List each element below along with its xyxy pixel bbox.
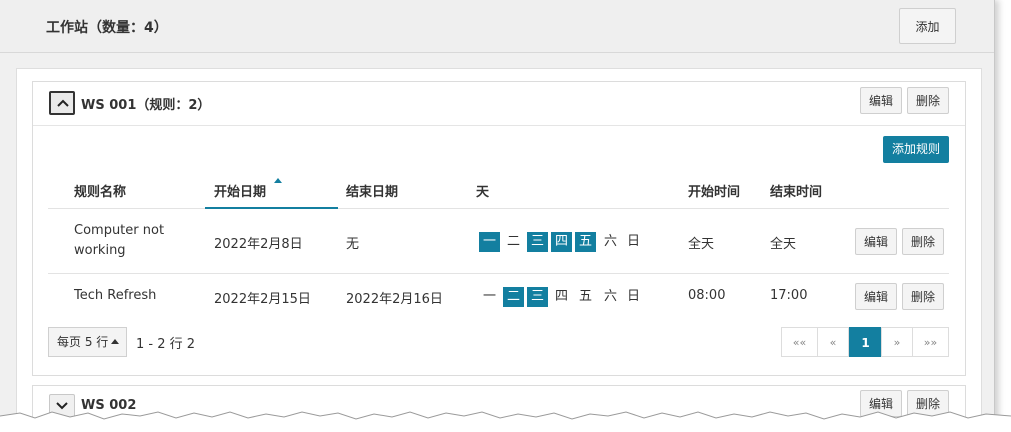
start-time: 全天 xyxy=(688,237,715,252)
day-chip: 二 xyxy=(506,234,520,249)
row-divider xyxy=(48,273,949,274)
add-rule-button[interactable]: 添加规则 xyxy=(883,136,949,163)
start-date: 2022年2月15日 xyxy=(214,292,311,307)
rule-name: Computer not xyxy=(74,223,165,238)
column-header-start-date[interactable]: 开始日期 xyxy=(214,181,266,200)
day-chip: 六 xyxy=(603,289,617,304)
rule-name: Tech Refresh xyxy=(74,288,157,303)
caret-up-icon xyxy=(111,339,120,344)
column-header-days[interactable]: 天 xyxy=(476,181,489,200)
day-chip: 日 xyxy=(626,289,640,304)
day-chip: 四 xyxy=(551,232,572,252)
chevron-up-icon xyxy=(57,99,69,107)
sort-indicator xyxy=(205,207,338,209)
prev-page-button[interactable]: « xyxy=(817,327,849,357)
day-chip: 日 xyxy=(626,234,640,249)
day-chip: 三 xyxy=(527,232,548,252)
workstations-panel: 工作站（数量：4） 添加 WS 001（规则：2） 编辑 删除 添加规则 规则名… xyxy=(0,0,995,432)
day-chip: 一 xyxy=(479,232,500,252)
edit-rule-button[interactable]: 编辑 xyxy=(855,283,897,310)
chevron-down-icon xyxy=(56,402,68,410)
pagination-range: 1 - 2 行 2 xyxy=(136,337,196,352)
delete-rule-button[interactable]: 删除 xyxy=(902,228,944,255)
end-time: 17:00 xyxy=(770,288,808,303)
page-title: 工作站（数量：4） xyxy=(46,20,168,36)
header-divider xyxy=(48,208,949,209)
day-chip: 二 xyxy=(503,287,524,307)
start-date: 2022年2月8日 xyxy=(214,237,303,252)
first-page-button[interactable]: «« xyxy=(781,327,818,357)
workstation-header: WS 001（规则：2） 编辑 删除 xyxy=(33,82,965,126)
add-workstation-button[interactable]: 添加 xyxy=(899,8,956,44)
delete-workstation-button[interactable]: 删除 xyxy=(907,87,949,114)
delete-rule-button[interactable]: 删除 xyxy=(902,283,944,310)
workstation-title: WS 001（规则：2） xyxy=(81,98,211,113)
column-header-end-time[interactable]: 结束时间 xyxy=(770,181,822,200)
rule-name-cont: working xyxy=(74,243,126,258)
day-chip: 五 xyxy=(578,289,592,304)
sort-ascending-icon xyxy=(274,178,282,183)
collapse-toggle-button[interactable] xyxy=(49,91,75,115)
torn-edge-decoration xyxy=(0,411,1011,432)
panel-header: 工作站（数量：4） 添加 xyxy=(0,0,994,53)
next-page-button[interactable]: » xyxy=(881,327,913,357)
day-chip: 五 xyxy=(575,232,596,252)
day-chip: 三 xyxy=(527,287,548,307)
end-time: 全天 xyxy=(770,237,797,252)
day-chip: 六 xyxy=(603,234,617,249)
page-1-button[interactable]: 1 xyxy=(849,327,882,357)
edit-rule-button[interactable]: 编辑 xyxy=(855,228,897,255)
workstation-card: WS 001（规则：2） 编辑 删除 添加规则 规则名称 开始日期 结束日期 天… xyxy=(32,81,966,376)
day-chip: 四 xyxy=(554,289,568,304)
column-header-end-date[interactable]: 结束日期 xyxy=(346,181,398,200)
start-time: 08:00 xyxy=(688,288,726,303)
end-date: 2022年2月16日 xyxy=(346,292,443,307)
rows-per-page-label: 每页 5 行 xyxy=(57,335,109,349)
column-header-rule-name[interactable]: 规则名称 xyxy=(74,181,126,200)
rows-per-page-select[interactable]: 每页 5 行 xyxy=(48,327,127,357)
last-page-button[interactable]: »» xyxy=(912,327,949,357)
column-header-start-time[interactable]: 开始时间 xyxy=(688,181,740,200)
day-chip: 一 xyxy=(482,289,496,304)
end-date: 无 xyxy=(346,237,360,252)
edit-workstation-button[interactable]: 编辑 xyxy=(860,87,902,114)
